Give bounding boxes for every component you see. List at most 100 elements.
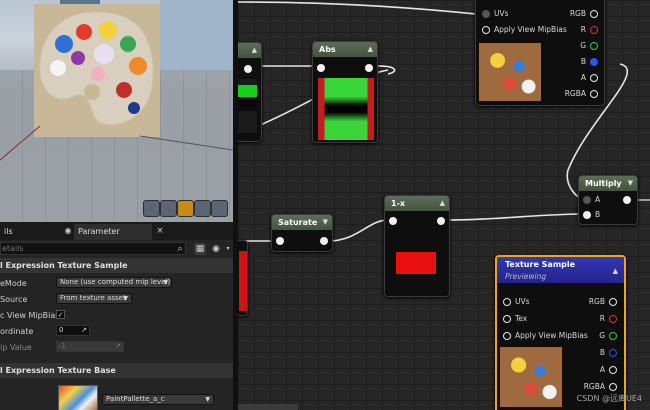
collapse-arrow-icon[interactable]: ▲ [613,267,618,275]
output-pin-b[interactable] [609,349,617,357]
details-search-input[interactable]: etails [0,242,186,255]
pin-label-rgba: RGBA [564,89,586,98]
close-icon[interactable]: × [154,225,166,237]
node-abs[interactable]: Abs ▲ [312,41,378,143]
search-icon[interactable]: ⌕ [174,243,186,255]
node-saturate[interactable]: Saturate ▼ [271,214,333,252]
input-pin-b[interactable] [583,211,591,219]
output-pin-a[interactable] [609,366,617,374]
tab-parameter-defaults[interactable]: Parameter Defaults [74,224,152,252]
node-texture-sample-title: Texture Sample [505,260,576,269]
preview-shape-mesh-button[interactable] [211,200,228,217]
node-texture-sample-status: Previewing [505,272,547,281]
eye-icon[interactable]: ◉ [210,243,222,255]
output-pin[interactable] [437,217,445,225]
section-header-texture-base[interactable]: l Expression Texture Base [0,363,233,378]
const-mip-value: -1 [59,342,66,350]
const-coordinate-value: 0 [59,326,64,334]
pin-label-rgba: RGBA [583,382,605,391]
wire-1x-to-multiply [447,213,587,221]
sampler-source-dropdown[interactable]: From texture asset ▼ [56,293,132,304]
output-pin-rgba[interactable] [609,383,617,391]
const-mip-value-field: -1 ↗ [56,341,124,352]
output-pin[interactable] [623,196,631,204]
input-pin-apply-view-mipbias[interactable] [503,332,511,340]
preview-shape-sphere-button[interactable] [160,200,177,217]
wire-saturate-to-1x [327,219,389,242]
preview-viewport[interactable] [0,0,233,222]
input-pin[interactable] [389,217,397,225]
texture-preview-thumbnail [479,43,541,101]
node-partial-left-2[interactable] [238,240,248,316]
node-multiply-header[interactable]: Multiply ▼ [579,176,637,191]
output-pin-g[interactable] [590,42,598,50]
material-graph[interactable]: ▲ Abs ▲ Saturate ▼ 1-x ▲ Multiply ▼ A B … [238,0,650,410]
details-panel: ils ◉ Parameter Defaults × etails ⌕ ▦ ◉ … [0,222,233,410]
output-pin-rgba[interactable] [590,90,598,98]
output-pin-rgb[interactable] [590,10,598,18]
node-partial-left-header[interactable]: ▲ [238,43,261,58]
pin-label-rgb: RGB [588,297,605,306]
output-pin[interactable] [365,64,373,72]
collapse-arrow-icon[interactable]: ▲ [368,42,373,57]
pin-label-a: A [580,73,586,82]
output-pin-r[interactable] [609,315,617,323]
pin-label-b: B [599,348,605,357]
node-one-minus[interactable]: 1-x ▲ [384,195,450,297]
input-pin-uvs[interactable] [482,10,490,18]
prop-label-sampler-source: Source [0,295,28,304]
pin-label-r: R [599,314,605,323]
output-pin[interactable] [320,237,328,245]
node-saturate-header[interactable]: Saturate ▼ [272,215,332,230]
input-pin-apply-view-mipbias[interactable] [482,26,490,34]
texture-preview-thumbnail [500,347,562,407]
node-abs-header[interactable]: Abs ▲ [313,42,377,57]
texture-asset-thumbnail[interactable] [58,385,98,410]
pin-label-uvs: UVs [515,297,530,306]
input-pin-a[interactable] [583,196,591,204]
node-abs-title: Abs [319,45,336,54]
node-texture-sample-top[interactable]: UVs Apply View MipBias RGB R G B A RGBA [475,0,605,106]
output-pin[interactable] [244,65,252,73]
automatic-view-mipbias-checkbox[interactable]: ✓ [56,310,65,319]
output-pin-g[interactable] [609,332,617,340]
node-one-minus-header[interactable]: 1-x ▲ [385,196,449,211]
details-tab-bar: ils ◉ Parameter Defaults × [0,222,233,252]
collapse-arrow-icon[interactable]: ▼ [323,215,328,230]
output-pin-r[interactable] [590,26,598,34]
collapse-arrow-icon[interactable]: ▲ [252,43,257,58]
section-header-texture-sample[interactable]: l Expression Texture Sample [0,258,233,273]
node-preview [238,79,257,133]
const-coordinate-field[interactable]: 0 ↗ [56,325,90,336]
tab-details[interactable]: ils [0,224,56,240]
node-saturate-title: Saturate [278,218,318,227]
preview-shape-cylinder-button[interactable] [143,200,160,217]
output-pin-b[interactable] [590,58,598,66]
preview-shape-plane-button[interactable] [177,200,194,217]
pin-label-b: B [595,210,601,219]
grid-view-icon[interactable]: ▦ [194,243,206,255]
details-search-row: etails ⌕ ▦ ◉ ▾ [0,242,233,256]
preview-shape-cube-button[interactable] [194,200,211,217]
output-pin-a[interactable] [590,74,598,82]
globe-icon: ◉ [64,226,72,235]
prop-label-automatic-view-mipbias: c View MipBias [0,311,60,320]
texture-asset-picker[interactable]: PaintPallette_a_c ▼ [102,394,214,405]
graph-scrollbar[interactable] [238,404,298,410]
texture-asset-name: PaintPallette_a_c [106,395,165,403]
node-texture-sample[interactable]: Texture Sample Previewing ▲ UVs Tex Appl… [495,255,626,410]
node-multiply[interactable]: Multiply ▼ A B [578,175,638,225]
input-pin[interactable] [317,64,325,72]
input-pin-uvs[interactable] [503,298,511,306]
output-pin-rgb[interactable] [609,298,617,306]
node-texture-sample-header[interactable]: Texture Sample Previewing ▲ [497,257,624,283]
sampler-source-value: From texture asset [60,294,126,302]
node-one-minus-title: 1-x [391,199,406,208]
chevron-down-icon: ▼ [163,279,168,286]
collapse-arrow-icon[interactable]: ▼ [628,176,633,191]
collapse-arrow-icon[interactable]: ▲ [440,196,445,211]
mip-value-mode-dropdown[interactable]: None (use computed mip level) ▼ [56,277,172,288]
node-partial-left[interactable]: ▲ [238,42,262,142]
input-pin-tex[interactable] [503,315,511,323]
input-pin[interactable] [276,237,284,245]
